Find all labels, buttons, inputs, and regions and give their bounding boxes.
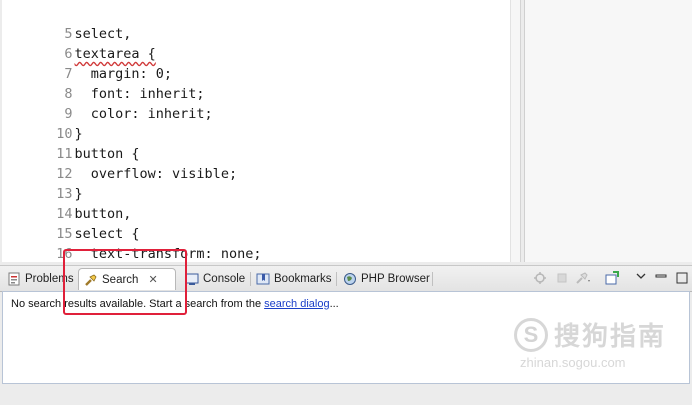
- minimize-icon[interactable]: [654, 270, 670, 286]
- code-line[interactable]: 6 textarea {: [2, 24, 520, 62]
- code-line[interactable]: 9 color: inherit;: [2, 84, 520, 122]
- message-suffix: ...: [329, 298, 339, 310]
- search-history-dropdown-icon[interactable]: [574, 270, 590, 286]
- problems-icon: [7, 272, 21, 286]
- code-line[interactable]: 14 button,: [2, 184, 520, 222]
- code-line[interactable]: 8 font: inherit;: [2, 64, 520, 102]
- bookmark-icon: [256, 272, 270, 286]
- watermark-url: zhinan.sogou.com: [520, 355, 626, 370]
- new-search-view-icon[interactable]: [604, 270, 620, 286]
- tab-divider: [336, 272, 337, 286]
- tab-label: Bookmarks: [274, 273, 332, 285]
- code-line[interactable]: 7 margin: 0;: [2, 44, 520, 82]
- code-line[interactable]: 10}: [2, 104, 520, 142]
- console-icon: [185, 272, 199, 286]
- code-line[interactable]: 13}: [2, 164, 520, 202]
- maximize-icon[interactable]: [675, 270, 691, 286]
- editor-scrollbar[interactable]: [510, 0, 520, 262]
- view-menu-chevron-icon[interactable]: [634, 270, 650, 286]
- sogou-logo-icon: S: [514, 317, 548, 352]
- stop-icon[interactable]: [554, 270, 570, 286]
- globe-icon: [343, 272, 357, 286]
- code-line[interactable]: 5 select,: [2, 4, 520, 42]
- tab-divider: [432, 272, 433, 286]
- annotation-highlight-box: [63, 249, 187, 315]
- watermark: S 搜狗指南 zhinan.sogou.com: [514, 316, 666, 370]
- tab-bookmarks[interactable]: Bookmarks: [251, 268, 337, 290]
- tab-console[interactable]: Console: [180, 268, 250, 290]
- code-line[interactable]: 15 select {: [2, 204, 520, 242]
- watermark-text: 搜狗指南: [554, 321, 667, 351]
- pin-icon[interactable]: [532, 270, 548, 286]
- code-line[interactable]: 12 overflow: visible;: [2, 144, 520, 182]
- code-line[interactable]: 11 button {: [2, 124, 520, 162]
- tab-label: Console: [203, 273, 246, 285]
- tab-php-browser[interactable]: PHP Browser: [338, 268, 435, 290]
- side-view-pane: [524, 0, 692, 262]
- code-editor[interactable]: 5 select, 6 textarea { 7 margin: 0; 8 font…: [2, 0, 521, 262]
- tab-label: PHP Browser: [361, 273, 430, 285]
- search-dialog-link[interactable]: search dialog: [264, 298, 329, 310]
- status-bar: [0, 386, 692, 405]
- code-line[interactable]: 16 text-transform: none;: [2, 224, 520, 262]
